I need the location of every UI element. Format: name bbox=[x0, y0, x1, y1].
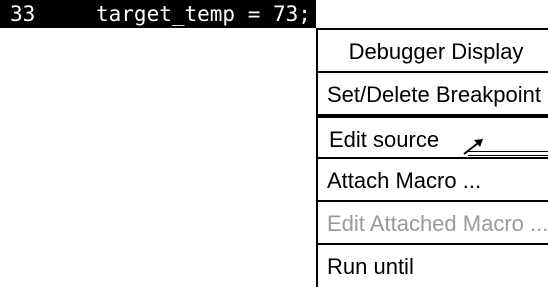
menu-item-run-until[interactable]: Run until bbox=[318, 245, 548, 288]
menu-item-edit-source[interactable]: Edit source bbox=[316, 116, 548, 159]
menu-title: Debugger Display bbox=[318, 30, 548, 73]
menu-item-attach-macro[interactable]: Attach Macro ... bbox=[318, 159, 548, 202]
menu-item-set-delete-breakpoint[interactable]: Set/Delete Breakpoint bbox=[318, 73, 548, 116]
context-menu: Debugger Display Set/Delete Breakpoint E… bbox=[316, 28, 548, 287]
mouse-pointer-icon bbox=[463, 139, 483, 155]
menu-item-edit-attached-macro: Edit Attached Macro ... bbox=[318, 202, 548, 245]
source-text: target_temp = 73; bbox=[96, 2, 311, 26]
line-number: 33 bbox=[10, 2, 36, 26]
selected-code-line[interactable]: 33 target_temp = 73; bbox=[0, 0, 316, 28]
